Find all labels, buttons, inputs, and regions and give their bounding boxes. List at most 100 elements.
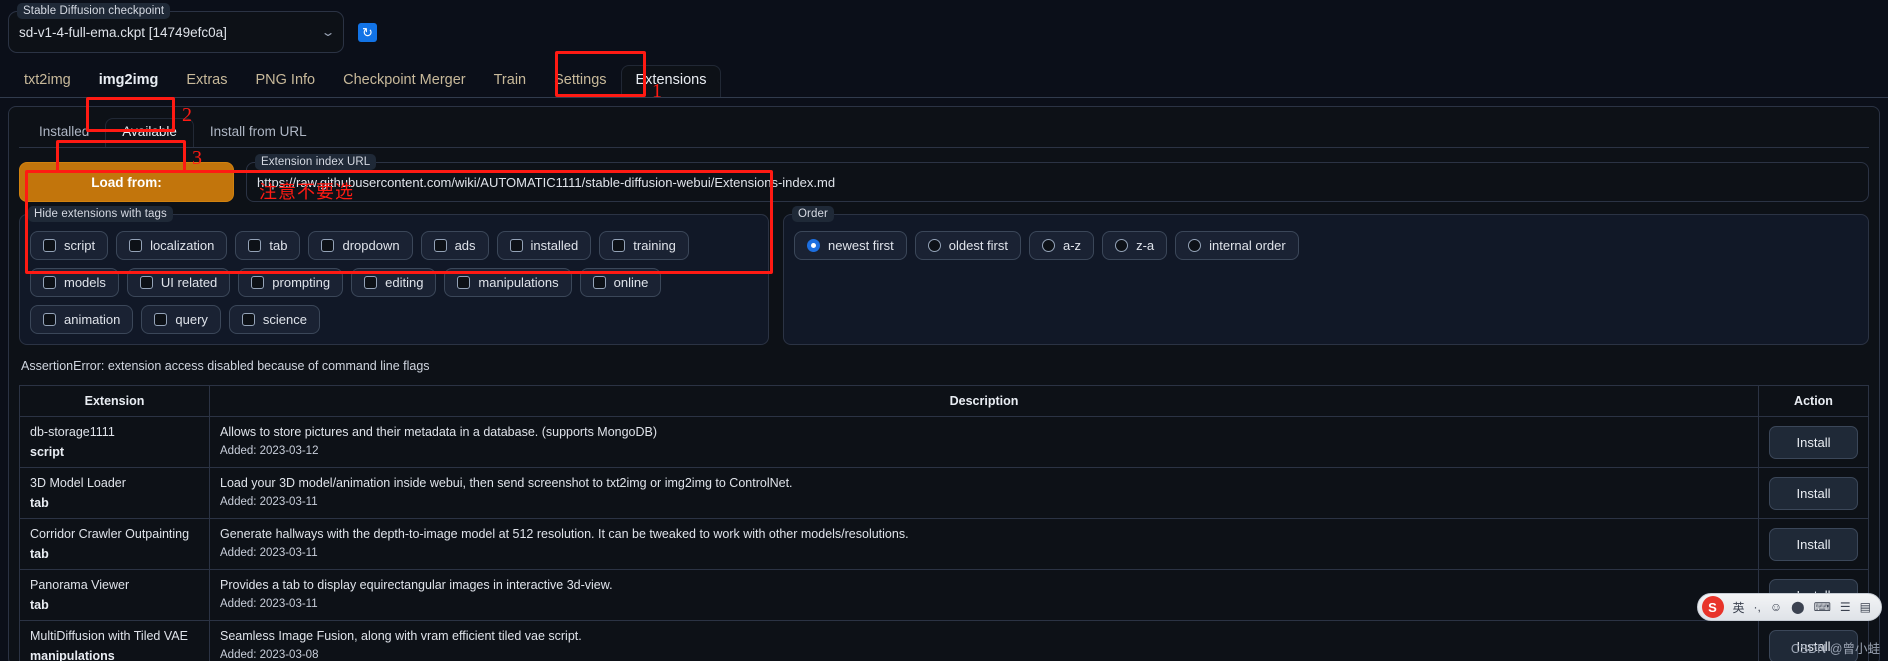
tag-checkbox-dropdown[interactable]: dropdown (308, 231, 413, 260)
extension-index-url-label: Extension index URL (255, 154, 377, 170)
checkbox-icon[interactable] (43, 276, 56, 289)
ime-icon-3[interactable]: ⌨ (1814, 600, 1831, 614)
sogou-logo-icon[interactable]: S (1701, 596, 1724, 618)
extension-cell: MultiDiffusion with Tiled VAE manipulatio… (19, 620, 210, 661)
tag-label: tab (269, 238, 288, 253)
order-radio-newest-first[interactable]: newest first (794, 231, 907, 260)
ime-mode-label[interactable]: 英 (1733, 599, 1745, 616)
subtab-installed[interactable]: Installed (23, 119, 105, 147)
tag-checkbox-query[interactable]: query (141, 305, 221, 334)
tab-img2img[interactable]: img2img (85, 66, 173, 97)
radio-icon[interactable] (1188, 239, 1202, 252)
order-radio-z-a[interactable]: z-a (1102, 231, 1168, 260)
filters-row: Hide extensions with tags script localiza… (19, 206, 1869, 345)
extension-tag: manipulations (30, 649, 115, 661)
extensions-subtab-bar: Installed Available Install from URL (19, 115, 1869, 148)
order-radio-a-z[interactable]: a-z (1029, 231, 1095, 260)
tab-txt2img[interactable]: txt2img (10, 66, 85, 97)
checkbox-icon[interactable] (457, 276, 471, 289)
install-button[interactable]: Install (1769, 425, 1858, 459)
tag-label: localization (150, 238, 215, 253)
checkbox-icon[interactable] (509, 239, 523, 252)
description-cell: Generate hallways with the depth-to-imag… (209, 518, 1759, 570)
tag-checkbox-prompting[interactable]: prompting (238, 268, 344, 297)
order-label-text: internal order (1209, 238, 1286, 253)
radio-icon[interactable] (1042, 239, 1055, 252)
extension-added-date: Added: 2023-03-11 (220, 496, 318, 508)
order-group: Order newest first oldest first a-z z-a inte… (783, 206, 1869, 345)
tag-checkbox-installed[interactable]: installed (496, 231, 592, 260)
checkbox-icon[interactable] (433, 239, 447, 252)
extension-added-date: Added: 2023-03-08 (220, 649, 319, 661)
tag-checkbox-science[interactable]: science (228, 305, 320, 334)
ime-icon-4[interactable]: ☰ (1840, 600, 1851, 614)
ime-toolbar[interactable]: S 英 ·, ☺ ⬤ ⌨ ☰ ▤ (1696, 593, 1882, 621)
tab-extras[interactable]: Extras (172, 66, 241, 97)
tab-settings[interactable]: Settings (540, 66, 620, 97)
subtab-available[interactable]: Available (105, 118, 194, 147)
install-button[interactable]: Install (1769, 476, 1858, 510)
tag-label: dropdown (342, 238, 400, 253)
tag-checkbox-tab[interactable]: tab (235, 231, 301, 260)
chevron-down-icon[interactable]: ⌄ (320, 25, 335, 39)
ime-icon-5[interactable]: ▤ (1860, 600, 1871, 614)
checkbox-icon[interactable] (612, 239, 626, 252)
order-radio-internal-order[interactable]: internal order (1175, 231, 1299, 260)
checkbox-icon[interactable] (321, 239, 335, 252)
ime-icon-2[interactable]: ⬤ (1791, 600, 1804, 614)
checkbox-icon[interactable] (129, 239, 143, 252)
table-body: db-storage1111 script Allows to store pict… (19, 416, 1869, 661)
extension-index-url-field[interactable]: Extension index URL https://raw.githubus… (246, 154, 1869, 202)
ime-icon-0[interactable]: ·, (1754, 600, 1761, 614)
extension-tag: tab (30, 598, 49, 612)
tag-label: UI related (160, 275, 218, 290)
action-cell: Install (1758, 518, 1869, 570)
checkpoint-value: sd-v1-4-full-ema.ckpt [14749efc0a] (19, 24, 227, 40)
extension-name: db-storage1111 (30, 425, 115, 439)
order-radio-oldest-first[interactable]: oldest first (914, 231, 1021, 260)
tag-checkbox-localization[interactable]: localization (116, 231, 228, 260)
checkpoint-label: Stable Diffusion checkpoint (17, 3, 171, 19)
tag-label: installed (530, 238, 579, 253)
tag-checkbox-animation[interactable]: animation (30, 305, 134, 334)
tab-checkpoint-merger[interactable]: Checkpoint Merger (329, 66, 480, 97)
refresh-icon[interactable]: ↻ (358, 22, 377, 42)
checkbox-icon[interactable] (251, 276, 265, 289)
tag-label: prompting (272, 275, 331, 290)
extension-name: Corridor Crawler Outpainting (30, 527, 190, 541)
tab-train[interactable]: Train (480, 66, 541, 97)
tag-checkbox-ui-related[interactable]: UI related (126, 268, 231, 297)
checkbox-icon[interactable] (139, 276, 153, 289)
extension-cell: db-storage1111 script (19, 416, 210, 468)
subtab-install-from-url[interactable]: Install from URL (194, 119, 323, 147)
radio-icon[interactable] (927, 239, 941, 252)
radio-icon[interactable] (1115, 239, 1129, 252)
hide-extensions-with-tags-group: Hide extensions with tags script localiza… (19, 206, 769, 345)
tag-checkbox-models[interactable]: models (30, 268, 119, 297)
checkpoint-dropdown[interactable]: Stable Diffusion checkpoint sd-v1-4-full… (8, 3, 344, 53)
annotation-marker-2: 2 (182, 104, 192, 126)
ime-icon-1[interactable]: ☺ (1770, 600, 1782, 614)
extension-description: Generate hallways with the depth-to-imag… (220, 527, 909, 541)
tag-checkbox-ads[interactable]: ads (420, 231, 489, 260)
checkbox-icon[interactable] (364, 276, 378, 289)
tag-checkbox-online[interactable]: online (579, 268, 662, 297)
checkbox-icon[interactable] (154, 313, 168, 326)
checkbox-icon[interactable] (241, 313, 255, 326)
tag-checkbox-manipulations[interactable]: manipulations (444, 268, 572, 297)
checkbox-icon[interactable] (43, 239, 56, 252)
checkpoint-row: Stable Diffusion checkpoint sd-v1-4-full… (0, 0, 1888, 56)
tag-checkbox-editing[interactable]: editing (351, 268, 437, 297)
extension-cell: Panorama Viewer tab (19, 569, 210, 621)
tab-png-info[interactable]: PNG Info (241, 66, 329, 97)
main-tab-bar: txt2img img2img Extras PNG Info Checkpoint M… (0, 62, 1888, 98)
tab-extensions[interactable]: Extensions (620, 65, 722, 97)
radio-icon[interactable] (807, 239, 820, 252)
install-button[interactable]: Install (1769, 527, 1858, 561)
tag-checkbox-script[interactable]: script (30, 231, 109, 260)
checkbox-icon[interactable] (43, 313, 56, 326)
tag-label: script (64, 238, 96, 253)
tag-checkbox-training[interactable]: training (599, 231, 689, 260)
checkbox-icon[interactable] (592, 276, 606, 289)
checkbox-icon[interactable] (248, 239, 262, 252)
